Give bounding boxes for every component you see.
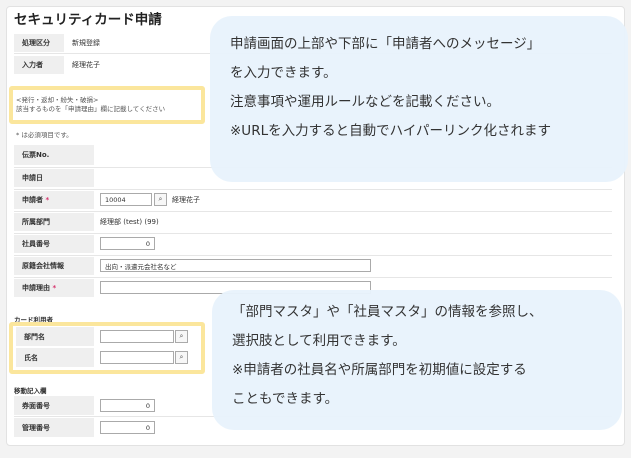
callout-line: 「部門マスタ」や「社員マスタ」の情報を参照し、 — [232, 304, 543, 320]
company-input[interactable]: 出向・派遣元会社名など — [100, 259, 371, 272]
ticket-no-label: 券面番号 — [14, 396, 94, 415]
applicant-name: 経理花子 — [172, 195, 200, 204]
required-mark: * — [45, 196, 50, 204]
dept-name-label: 部門名 — [16, 327, 94, 346]
inputter-label: 入力者 — [14, 56, 64, 74]
callout-line: ※申請者の社員名や所属部門を初期値に設定する — [232, 362, 527, 378]
department-label: 所属部門 — [14, 213, 94, 231]
message-line-1: <発行・返却・紛失・破損> — [16, 96, 99, 104]
callout-line: 注意事項や運用ルールなどを記載ください。 — [230, 94, 500, 110]
manage-no-input[interactable]: 0 — [100, 421, 155, 434]
search-icon[interactable]: ⌕ — [154, 193, 167, 206]
required-mark: * — [52, 284, 57, 292]
callout-line: 選択肢として利用できます。 — [232, 333, 406, 349]
page-title: セキュリティカード申請 — [14, 12, 162, 28]
reason-label: 申請理由 * — [14, 279, 94, 297]
slip-no-label: 伝票No. — [14, 145, 94, 165]
message-callout: 申請画面の上部や下部に「申請者へのメッセージ」 を入力できます。 注意事項や運用… — [210, 16, 628, 182]
callout-line: こともできます。 — [232, 391, 339, 407]
callout-line: ※URLを入力すると自動でハイパーリンク化されます — [230, 123, 552, 139]
applicant-label: 申請者 * — [14, 191, 94, 209]
date-label: 申請日 — [14, 169, 94, 187]
process-type-value: 新規登録 — [72, 39, 100, 47]
manage-no-label: 管理番号 — [14, 418, 94, 437]
dept-name-input[interactable] — [100, 330, 174, 343]
process-type-label: 処理区分 — [14, 34, 64, 52]
divider — [14, 211, 612, 212]
divider — [14, 233, 612, 234]
message-line-2: 該当するものを「申請理由」欄に記載してください — [16, 105, 166, 113]
inputter-value: 経理花子 — [72, 61, 100, 69]
required-note: * は必須項目です。 — [16, 131, 73, 139]
admin-section: 移動記入欄 — [14, 387, 47, 395]
divider — [14, 277, 612, 278]
divider — [14, 255, 612, 256]
callout-line: を入力できます。 — [230, 65, 337, 81]
user-name-label: 氏名 — [16, 348, 94, 367]
master-callout: 「部門マスタ」や「社員マスタ」の情報を参照し、 選択肢として利用できます。 ※申… — [212, 290, 622, 430]
employee-no-label: 社員番号 — [14, 235, 94, 253]
ticket-no-input[interactable]: 0 — [100, 399, 155, 412]
user-name-input[interactable] — [100, 351, 174, 364]
employee-no-input[interactable]: 0 — [100, 237, 155, 250]
company-label: 原籍会社情報 — [14, 257, 94, 275]
search-icon[interactable]: ⌕ — [175, 351, 188, 364]
callout-line: 申請画面の上部や下部に「申請者へのメッセージ」 — [230, 36, 541, 52]
divider — [14, 189, 612, 190]
applicant-code-input[interactable]: 10004 — [100, 193, 152, 206]
department-value: 経理部 (test) (99) — [100, 218, 159, 226]
search-icon[interactable]: ⌕ — [175, 330, 188, 343]
